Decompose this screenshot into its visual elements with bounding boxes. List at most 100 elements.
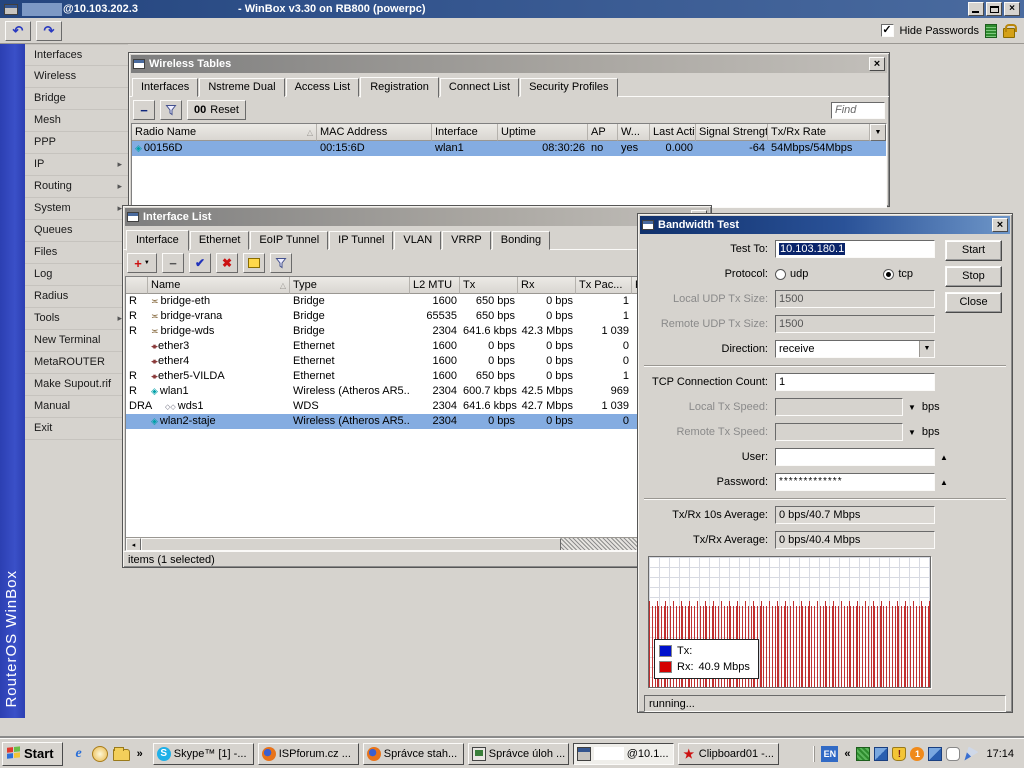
task-clipboard[interactable]: ★Clipboard01 -... xyxy=(678,743,779,765)
close-icon[interactable]: × xyxy=(992,218,1008,232)
col-uptime[interactable]: Uptime xyxy=(498,124,588,141)
start-button[interactable]: Start xyxy=(2,742,63,766)
col-tx[interactable]: Tx xyxy=(460,277,518,294)
network-connection-icon[interactable] xyxy=(928,747,942,761)
password-input[interactable]: ************* xyxy=(775,473,935,491)
sidebar-item-metarouter[interactable]: MetaROUTER xyxy=(25,352,128,374)
interface-list-titlebar[interactable]: Interface List × xyxy=(125,208,709,226)
scheduler-icon[interactable] xyxy=(92,746,108,762)
tab-security-profiles[interactable]: Security Profiles xyxy=(520,78,617,97)
sidebar-item-routing[interactable]: Routing▸ xyxy=(25,176,128,198)
col-radio-name[interactable]: Radio Name△ xyxy=(132,124,317,141)
sidebar-item-queues[interactable]: Queues xyxy=(25,220,128,242)
collapse-arrow-icon[interactable]: ▲ xyxy=(940,478,948,487)
network-connection-icon[interactable] xyxy=(874,747,888,761)
col-wds[interactable]: W... xyxy=(618,124,650,141)
tab-vrrp[interactable]: VRRP xyxy=(442,231,491,250)
test-to-input[interactable]: 10.103.180.1 xyxy=(775,240,935,258)
sidebar-item-new-terminal[interactable]: New Terminal xyxy=(25,330,128,352)
tab-nstreme-dual[interactable]: Nstreme Dual xyxy=(199,78,284,97)
tab-eoip-tunnel[interactable]: EoIP Tunnel xyxy=(250,231,328,250)
tab-interfaces[interactable]: Interfaces xyxy=(132,78,198,97)
table-row[interactable]: R ◈wlan1 Wireless (Atheros AR5... 2304 6… xyxy=(126,384,708,399)
stop-button[interactable]: Stop xyxy=(945,266,1002,287)
col-l2-mtu[interactable]: L2 MTU xyxy=(410,277,460,294)
task-task-manager[interactable]: Správce úloh ... xyxy=(468,743,569,765)
tab-interface[interactable]: Interface xyxy=(126,230,189,251)
folder-icon[interactable] xyxy=(113,749,130,761)
sidebar-item-tools[interactable]: Tools▸ xyxy=(25,308,128,330)
tab-connect-list[interactable]: Connect List xyxy=(440,78,519,97)
table-row[interactable]: R ≍bridge-vrana Bridge 65535 650 bps 0 b… xyxy=(126,309,708,324)
messenger-icon[interactable] xyxy=(946,747,960,761)
sidebar-item-ip[interactable]: IP▸ xyxy=(25,154,128,176)
col-rx[interactable]: Rx xyxy=(518,277,576,294)
table-row[interactable]: R ≍bridge-eth Bridge 1600 650 bps 0 bps … xyxy=(126,294,708,309)
col-tx-rx-rate[interactable]: Tx/Rx Rate xyxy=(768,124,870,141)
redo-button[interactable]: ↷ xyxy=(36,21,62,41)
tab-access-list[interactable]: Access List xyxy=(286,78,360,97)
minimize-button[interactable] xyxy=(968,2,984,16)
hide-passwords-checkbox[interactable]: ✓ xyxy=(881,24,894,37)
table-row[interactable]: ◂▸ether3 Ethernet 1600 0 bps 0 bps 0 xyxy=(126,339,708,354)
remove-button[interactable]: − xyxy=(162,253,184,273)
sidebar-item-bridge[interactable]: Bridge xyxy=(25,88,128,110)
table-row[interactable]: ◂▸ether4 Ethernet 1600 0 bps 0 bps 0 xyxy=(126,354,708,369)
direction-select[interactable]: receive ▼ xyxy=(775,340,935,358)
sidebar-item-system[interactable]: System▸ xyxy=(25,198,128,220)
col-flags[interactable] xyxy=(126,277,148,294)
scroll-left-button[interactable]: ◂ xyxy=(126,538,141,551)
add-button[interactable]: +▼ xyxy=(127,253,157,273)
task-winbox[interactable]: @10.1... xyxy=(573,743,674,765)
task-ispforum[interactable]: ISPforum.cz ... xyxy=(258,743,359,765)
sidebar-item-exit[interactable]: Exit xyxy=(25,418,128,440)
table-row[interactable]: DRA ◇◇wds1 WDS 2304 641.6 kbps 42.7 Mbps… xyxy=(126,399,708,414)
close-icon[interactable]: × xyxy=(869,57,885,71)
col-signal-strength[interactable]: Signal Strengt... xyxy=(696,124,768,141)
bandwidth-test-titlebar[interactable]: Bandwidth Test × xyxy=(640,216,1010,234)
security-alert-icon[interactable]: ! xyxy=(892,747,906,761)
tab-ip-tunnel[interactable]: IP Tunnel xyxy=(329,231,393,250)
start-button[interactable]: Start xyxy=(945,240,1002,261)
filter-button[interactable] xyxy=(270,253,292,273)
updates-icon[interactable]: 1 xyxy=(910,747,924,761)
udp-radio[interactable] xyxy=(775,269,786,280)
tray-overflow-icon[interactable]: « xyxy=(842,748,852,760)
disable-button[interactable]: ✖ xyxy=(216,253,238,273)
col-ap[interactable]: AP xyxy=(588,124,618,141)
registration-row[interactable]: ◈00156D 00:15:6D wlan1 08:30:26 no yes 0… xyxy=(132,141,886,156)
table-row[interactable]: R ◂▸ether5-VILDA Ethernet 1600 650 bps 0… xyxy=(126,369,708,384)
sidebar-item-radius[interactable]: Radius xyxy=(25,286,128,308)
dropdown-arrow-icon[interactable]: ▼ xyxy=(908,428,916,437)
col-mac-address[interactable]: MAC Address xyxy=(317,124,432,141)
comment-button[interactable] xyxy=(243,253,265,273)
sidebar-item-files[interactable]: Files xyxy=(25,242,128,264)
table-row-selected[interactable]: ◈wlan2-staje Wireless (Atheros AR5... 23… xyxy=(126,414,708,429)
sidebar-item-manual[interactable]: Manual xyxy=(25,396,128,418)
wireless-tables-titlebar[interactable]: Wireless Tables × xyxy=(131,55,887,73)
sidebar-item-mesh[interactable]: Mesh xyxy=(25,110,128,132)
col-type[interactable]: Type xyxy=(290,277,410,294)
table-row[interactable]: R ≍bridge-wds Bridge 2304 641.6 kbps 42.… xyxy=(126,324,708,339)
close-button[interactable]: Close xyxy=(945,292,1002,313)
col-tx-packets[interactable]: Tx Pac... xyxy=(576,277,632,294)
reset-button[interactable]: 00Reset xyxy=(187,100,246,120)
sidebar-item-make-supout[interactable]: Make Supout.rif xyxy=(25,374,128,396)
tab-vlan[interactable]: VLAN xyxy=(394,231,441,250)
sidebar-item-ppp[interactable]: PPP xyxy=(25,132,128,154)
dropdown-arrow-icon[interactable]: ▼ xyxy=(908,403,916,412)
tab-registration[interactable]: Registration xyxy=(360,77,439,98)
chevron-down-icon[interactable]: ▼ xyxy=(919,341,934,357)
pen-tool-icon[interactable] xyxy=(964,747,978,761)
remove-button[interactable]: − xyxy=(133,100,155,120)
find-input[interactable] xyxy=(831,102,885,119)
internet-explorer-icon[interactable]: e xyxy=(71,746,87,762)
col-name[interactable]: Name△ xyxy=(148,277,290,294)
filter-button[interactable] xyxy=(160,100,182,120)
sidebar-item-interfaces[interactable]: Interfaces xyxy=(25,44,128,66)
task-skype[interactable]: SSkype™ [1] -... xyxy=(153,743,254,765)
horizontal-scrollbar[interactable]: ◂ ▸ xyxy=(126,537,708,551)
task-download-manager[interactable]: Správce stah... xyxy=(363,743,464,765)
column-chooser-button[interactable]: ▼ xyxy=(870,124,886,141)
sidebar-item-wireless[interactable]: Wireless xyxy=(25,66,128,88)
